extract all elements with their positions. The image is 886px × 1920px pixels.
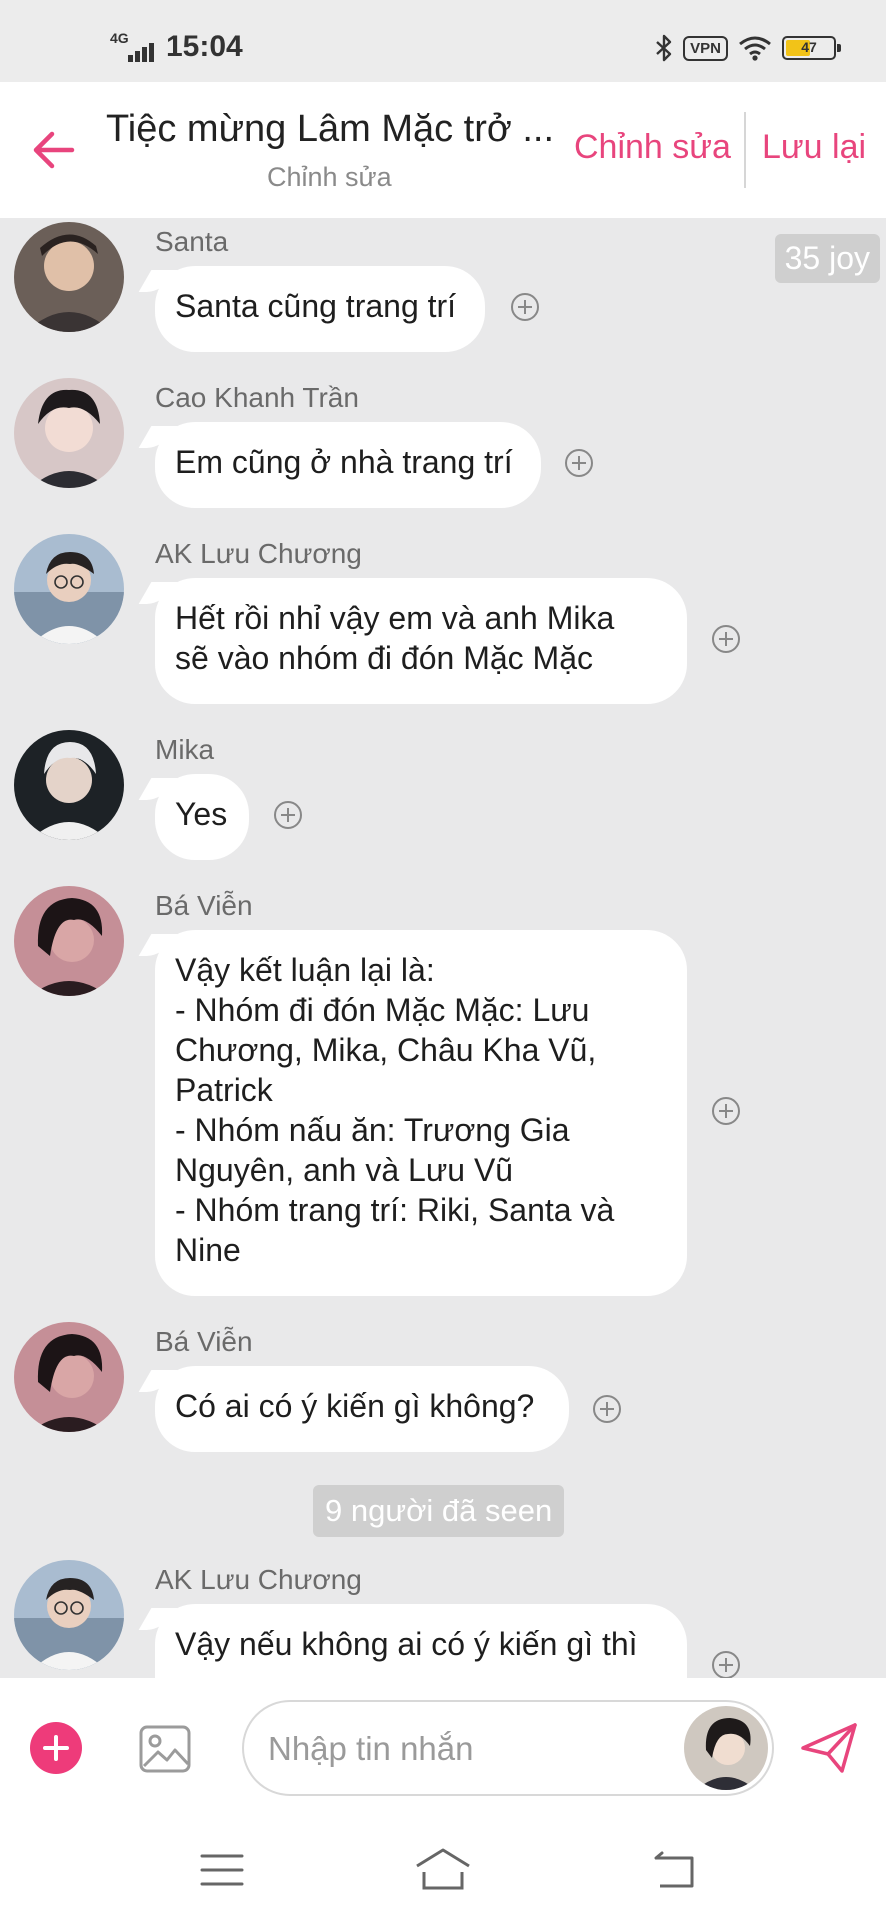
message-text: Em cũng ở nhà trang trí (175, 444, 513, 480)
message-item: Santa Santa cũng trang trí (0, 218, 886, 376)
avatar[interactable] (14, 378, 124, 488)
message-text: Nine (175, 1232, 241, 1268)
avatar[interactable] (14, 222, 124, 332)
back-icon[interactable] (652, 1850, 698, 1890)
status-icons: VPN 47 (655, 33, 841, 63)
message-text: - Nhóm đi đón Mặc Mặc: Lưu (175, 992, 590, 1028)
sender-name: Cao Khanh Trần (155, 382, 359, 413)
avatar[interactable] (14, 730, 124, 840)
add-reaction-icon[interactable] (510, 292, 540, 322)
chat-header: Tiệc mừng Lâm Mặc trở ... Chỉnh sửa Chỉn… (0, 82, 886, 218)
message-bubble[interactable]: Santa cũng trang trí (155, 266, 485, 352)
message-text: - Nhóm nấu ăn: Trương Gia (175, 1112, 570, 1148)
back-arrow-icon[interactable] (30, 127, 76, 173)
sender-name: Santa (155, 226, 229, 257)
message-bubble[interactable]: Hết rồi nhỉ vậy em và anh Mika sẽ vào nh… (155, 578, 687, 704)
message-item: Bá Viễn Có ai có ý kiến gì không? (0, 1316, 886, 1476)
add-reaction-icon[interactable] (711, 1650, 741, 1678)
message-text: Vậy nếu không ai có ý kiến gì thì (175, 1626, 638, 1662)
message-text: Nguyên, anh và Lưu Vũ (175, 1152, 514, 1188)
sender-name: Mika (155, 734, 215, 765)
save-button[interactable]: Lưu lại (762, 128, 866, 167)
avatar[interactable] (14, 1560, 124, 1670)
chat-area[interactable]: 35 joy Santa Santa cũng trang trí Cao Kh… (0, 218, 886, 1678)
battery-icon: 47 (782, 36, 841, 60)
avatar[interactable] (14, 534, 124, 644)
avatar[interactable] (14, 1322, 124, 1432)
message-item: Cao Khanh Trần Em cũng ở nhà trang trí (0, 372, 886, 532)
message-item: Mika Yes (0, 724, 886, 884)
message-text: Santa cũng trang trí (175, 288, 457, 324)
add-icon[interactable] (30, 1722, 82, 1774)
bluetooth-icon (656, 34, 672, 62)
add-reaction-icon[interactable] (273, 800, 303, 830)
header-divider (744, 112, 746, 188)
message-bubble[interactable]: Vậy kết luận lại là: - Nhóm đi đón Mặc M… (155, 930, 687, 1296)
seen-indicator: 9 người đã seen (313, 1485, 565, 1537)
vpn-badge: VPN (683, 35, 728, 61)
menu-icon[interactable] (200, 1852, 244, 1888)
message-bubble[interactable]: Em cũng ở nhà trang trí (155, 422, 541, 508)
send-icon[interactable] (800, 1722, 858, 1774)
battery-level: 47 (801, 39, 817, 55)
message-item: AK Lưu Chương Vậy nếu không ai có ý kiến… (0, 1554, 886, 1678)
message-input[interactable]: Nhập tin nhắn (242, 1700, 774, 1796)
add-reaction-icon[interactable] (711, 1096, 741, 1126)
message-text: Yes (175, 796, 228, 832)
sender-name: Bá Viễn (155, 890, 253, 921)
message-item: AK Lưu Chương Hết rồi nhỉ vậy em và anh … (0, 528, 886, 728)
message-item: Bá Viễn Vậy kết luận lại là: - Nhóm đi đ… (0, 880, 886, 1296)
message-bubble[interactable]: Yes (155, 774, 249, 860)
message-text: - Nhóm trang trí: Riki, Santa và (175, 1192, 615, 1228)
message-text: Patrick (175, 1072, 273, 1108)
message-bubble[interactable]: Có ai có ý kiến gì không? (155, 1366, 569, 1452)
sender-name: AK Lưu Chương (155, 538, 362, 569)
message-composer: Nhập tin nhắn (0, 1678, 886, 1818)
network-type: 4G (110, 30, 129, 46)
avatar[interactable] (14, 886, 124, 996)
edit-button[interactable]: Chỉnh sửa (574, 128, 731, 167)
sender-name: Bá Viễn (155, 1326, 253, 1357)
message-bubble[interactable]: Vậy nếu không ai có ý kiến gì thì (155, 1604, 687, 1678)
status-bar: 4G 15:04 VPN 47 (0, 0, 886, 82)
home-icon[interactable] (414, 1846, 472, 1892)
avatar[interactable] (684, 1706, 768, 1790)
message-text: sẽ vào nhóm đi đón Mặc Mặc (175, 640, 593, 676)
message-input-placeholder: Nhập tin nhắn (268, 1730, 474, 1767)
chat-subtitle: Chỉnh sửa (267, 162, 392, 192)
signal-icon (128, 40, 156, 62)
add-reaction-icon[interactable] (592, 1394, 622, 1424)
chat-title: Tiệc mừng Lâm Mặc trở ... (106, 108, 555, 150)
image-icon[interactable] (138, 1722, 192, 1776)
wifi-icon (739, 36, 771, 61)
message-text: Có ai có ý kiến gì không? (175, 1388, 535, 1424)
sender-name: AK Lưu Chương (155, 1564, 362, 1595)
add-reaction-icon[interactable] (711, 624, 741, 654)
message-text: Hết rồi nhỉ vậy em và anh Mika (175, 600, 615, 636)
add-reaction-icon[interactable] (564, 448, 594, 478)
clock: 15:04 (166, 30, 243, 63)
message-text: Chương, Mika, Châu Kha Vũ, (175, 1032, 597, 1068)
system-nav-bar (0, 1818, 886, 1920)
message-text: Vậy kết luận lại là: (175, 952, 435, 988)
